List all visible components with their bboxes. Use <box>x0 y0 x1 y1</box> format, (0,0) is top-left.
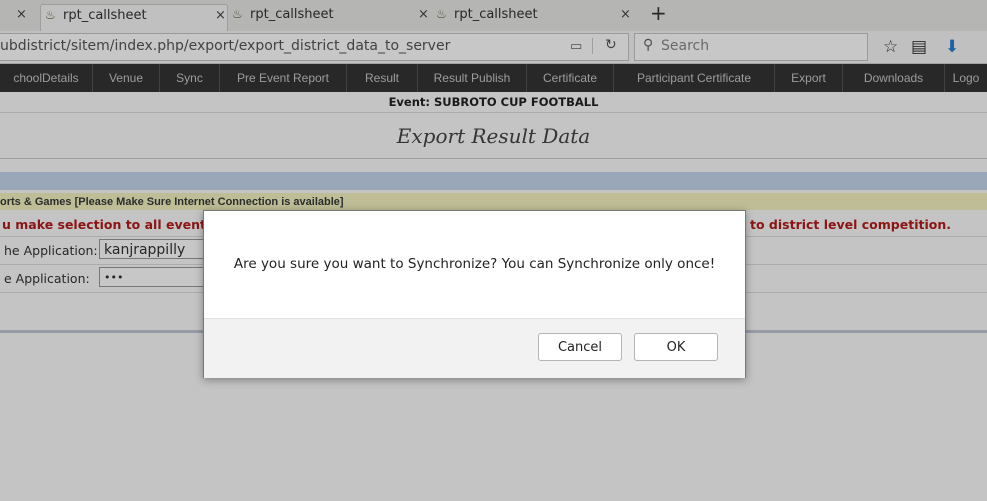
dialog-footer: Cancel OK <box>204 318 745 378</box>
cancel-button[interactable]: Cancel <box>538 333 622 361</box>
confirm-dialog: Are you sure you want to Synchronize? Yo… <box>203 210 746 378</box>
ok-button[interactable]: OK <box>634 333 718 361</box>
dialog-message: Are you sure you want to Synchronize? Yo… <box>233 256 716 272</box>
